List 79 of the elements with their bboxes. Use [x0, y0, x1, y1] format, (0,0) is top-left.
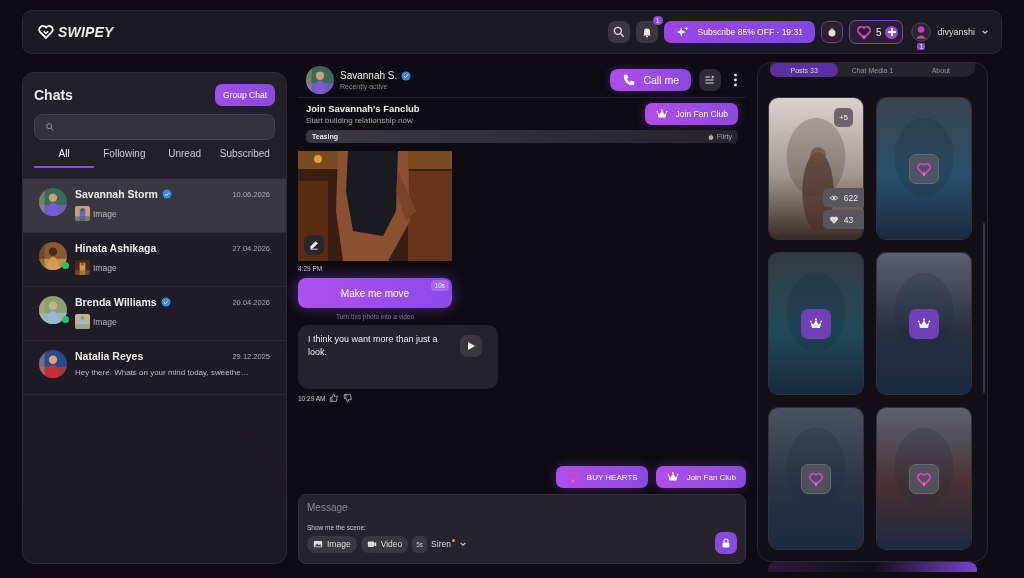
heart-icon [808, 471, 824, 487]
sparkle-icon [675, 25, 690, 39]
heart-icon [855, 24, 872, 40]
contact-name: Natalia Reyes [75, 350, 144, 362]
search-icon [45, 122, 55, 132]
image-option-button[interactable]: Image [307, 535, 357, 553]
add-hearts-button[interactable] [885, 25, 899, 39]
message-preview: Image [93, 262, 117, 273]
contact-name: Brenda Williams [75, 296, 157, 308]
gift-button[interactable] [820, 21, 843, 43]
scrollbar[interactable] [983, 223, 985, 393]
unlock-with-hearts-button[interactable] [801, 464, 831, 494]
sliders-icon [703, 73, 717, 87]
views-count: 622 [822, 188, 864, 207]
chevron-down-icon[interactable] [458, 540, 467, 548]
search-button[interactable] [607, 21, 630, 43]
lock-icon [720, 537, 732, 549]
crown-icon [654, 107, 669, 121]
contact-name: Savannah Storm [75, 188, 158, 200]
unlock-with-hearts-button[interactable] [909, 464, 939, 494]
verified-badge-icon [401, 70, 412, 81]
heart-logo-icon [37, 23, 55, 41]
crown-icon [665, 470, 680, 484]
chevron-down-icon[interactable] [981, 28, 989, 36]
filter-tab[interactable]: Subscribed [214, 148, 275, 168]
plus-icon [886, 27, 897, 37]
buy-hearts-button[interactable]: BUY HEARTS [555, 466, 648, 488]
filter-tab[interactable]: All [34, 148, 95, 168]
hearts-count: 5 [875, 26, 882, 38]
verified-badge-icon [160, 297, 171, 307]
notifications-button[interactable] [635, 21, 658, 43]
logo-text: SWIPEY [58, 24, 114, 40]
heart-icon [916, 161, 932, 177]
contact-name: Savannah S. [340, 70, 398, 81]
bag-icon [706, 132, 715, 141]
phone-icon [622, 73, 637, 87]
message-preview: Image [93, 208, 117, 219]
message-preview: Hey there. Whats on your mind today, sweethe… [75, 368, 249, 377]
image-icon [313, 539, 323, 549]
call-button[interactable]: Call me [610, 69, 691, 91]
heart-icon [916, 471, 932, 487]
edit-button[interactable] [304, 235, 324, 255]
join-fan-club-button[interactable]: Join Fan Club [655, 466, 746, 488]
play-button[interactable] [460, 335, 482, 357]
status-dot [451, 538, 455, 542]
pencil-icon [309, 240, 319, 250]
unlock-with-fan-club-button[interactable] [909, 309, 939, 339]
unlock-with-fan-club-button[interactable] [801, 309, 831, 339]
thumbs-up-icon[interactable] [329, 393, 340, 403]
user-name[interactable]: divyanshi [937, 27, 975, 37]
group-chat-button[interactable]: Group Chat [215, 84, 275, 106]
search-icon [611, 25, 626, 39]
thumbs-down-icon[interactable] [343, 393, 354, 403]
unlock-with-hearts-button[interactable] [909, 154, 939, 184]
subscribe-button[interactable]: Subscribe 85% OFF - 19:31 [663, 21, 815, 43]
settings-button[interactable] [699, 69, 721, 91]
bell-icon [640, 26, 653, 38]
verified-badge-icon [161, 189, 172, 199]
search-field[interactable] [34, 114, 275, 140]
message-preview: Image [93, 316, 117, 327]
heart-icon [828, 214, 839, 225]
user-avatar-icon [911, 22, 932, 42]
more-options-icon[interactable] [733, 73, 738, 87]
fanclub-title: Join Savannah's Fanclub [306, 103, 420, 114]
join-fan-club-button[interactable]: Join Fan Club [644, 103, 738, 125]
likes-count: 43 [822, 210, 864, 229]
send-button[interactable] [715, 532, 737, 554]
message-text: I think you want more than just a look. [308, 333, 439, 359]
voice-selector[interactable]: Siren [431, 539, 451, 549]
message-field[interactable]: Message [307, 502, 507, 513]
video-icon [366, 539, 377, 549]
play-icon [466, 341, 476, 351]
fanclub-subtitle: Start building relationship now [306, 116, 414, 125]
contact-name: Hinata Ashikaga [75, 242, 157, 254]
video-option-button[interactable]: Video [360, 535, 409, 553]
heart-icon [565, 470, 580, 484]
filter-tab[interactable]: Following [94, 148, 155, 168]
chats-title: Chats [34, 87, 73, 103]
filter-tab[interactable]: Unread [154, 148, 215, 168]
